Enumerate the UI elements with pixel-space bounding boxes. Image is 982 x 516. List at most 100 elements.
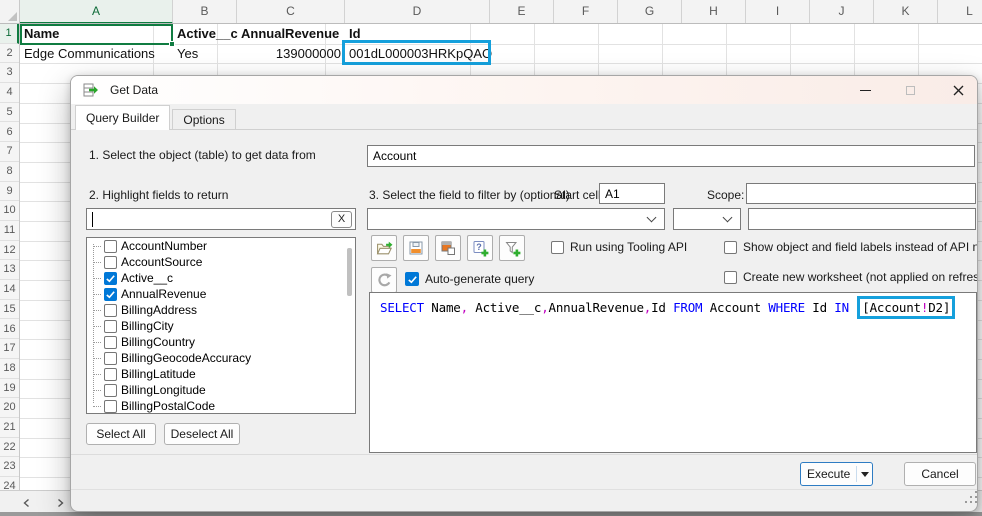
field-checkbox[interactable] (104, 400, 117, 413)
field-checkbox[interactable] (104, 352, 117, 365)
maximize-button[interactable] (893, 76, 927, 104)
row-header-17[interactable]: 17 (0, 339, 19, 359)
column-header-h[interactable]: H (682, 0, 746, 24)
field-search-input[interactable]: X (86, 208, 356, 230)
row-header-11[interactable]: 11 (0, 221, 19, 241)
select-all-corner[interactable] (0, 0, 20, 24)
field-item-billingcity[interactable]: BillingCity (87, 318, 355, 334)
row-header-3[interactable]: 3 (0, 63, 19, 83)
checkbox-icon[interactable] (405, 272, 419, 286)
fill-handle[interactable] (169, 41, 175, 47)
query-editor[interactable]: SELECT Name, Active__c,AnnualRevenue,Id … (369, 292, 977, 453)
resize-grip[interactable] (965, 501, 968, 504)
row-header-4[interactable]: 4 (0, 83, 19, 103)
field-item-annualrevenue[interactable]: AnnualRevenue (87, 286, 355, 302)
field-checkbox[interactable] (104, 256, 117, 269)
column-header-g[interactable]: G (618, 0, 682, 24)
field-checkbox[interactable] (104, 240, 117, 253)
checkbox-icon[interactable] (724, 241, 737, 254)
row-header-8[interactable]: 8 (0, 162, 19, 182)
field-item-accountsource[interactable]: AccountSource (87, 254, 355, 270)
field-item-billingcountry[interactable]: BillingCountry (87, 334, 355, 350)
column-header-f[interactable]: F (554, 0, 618, 24)
field-item-billinglatitude[interactable]: BillingLatitude (87, 366, 355, 382)
cell-c1[interactable]: AnnualRevenue (241, 24, 339, 44)
field-item-billingaddress[interactable]: BillingAddress (87, 302, 355, 318)
tab-options[interactable]: Options (172, 109, 235, 129)
column-header-e[interactable]: E (490, 0, 554, 24)
cancel-button[interactable]: Cancel (904, 462, 976, 486)
row-header-9[interactable]: 9 (0, 182, 19, 202)
open-file-button[interactable] (371, 235, 397, 261)
row-header-16[interactable]: 16 (0, 320, 19, 340)
save-button[interactable] (403, 235, 429, 261)
column-header-d[interactable]: D (345, 0, 490, 24)
field-item-active__c[interactable]: Active__c (87, 270, 355, 286)
start-cell-input[interactable] (599, 183, 665, 204)
column-header-i[interactable]: I (746, 0, 810, 24)
add-query-button[interactable]: ? (467, 235, 493, 261)
field-item-billingpostalcode[interactable]: BillingPostalCode (87, 398, 355, 414)
row-header-7[interactable]: 7 (0, 142, 19, 162)
checkbox-new-worksheet[interactable]: Create new worksheet (not applied on ref… (724, 270, 978, 284)
checkbox-icon[interactable] (724, 271, 737, 284)
field-item-billinggeocodeaccuracy[interactable]: BillingGeocodeAccuracy (87, 350, 355, 366)
row-header-23[interactable]: 23 (0, 457, 19, 477)
row-header-10[interactable]: 10 (0, 201, 19, 221)
checkbox-autogen[interactable]: Auto-generate query (405, 272, 534, 286)
column-header-c[interactable]: C (237, 0, 345, 24)
cell-b2[interactable]: Yes (177, 44, 198, 64)
add-filter-button[interactable] (499, 235, 525, 261)
sheet-prev-icon[interactable] (20, 496, 34, 510)
row-header-14[interactable]: 14 (0, 280, 19, 300)
checkbox-tooling[interactable]: Run using Tooling API (551, 240, 687, 254)
field-list[interactable]: AccountNumberAccountSourceActive__cAnnua… (86, 237, 356, 414)
minimize-button[interactable] (848, 76, 882, 104)
row-header-21[interactable]: 21 (0, 418, 19, 438)
field-checkbox[interactable] (104, 336, 117, 349)
row-header-6[interactable]: 6 (0, 123, 19, 143)
row-header-22[interactable]: 22 (0, 438, 19, 458)
row-header-18[interactable]: 18 (0, 359, 19, 379)
column-header-l[interactable]: L (938, 0, 982, 24)
row-header-5[interactable]: 5 (0, 103, 19, 123)
dialog-titlebar[interactable]: Get Data (71, 76, 977, 104)
field-checkbox[interactable] (104, 304, 117, 317)
cell-b1[interactable]: Active__c (177, 24, 238, 44)
row-header-2[interactable]: 2 (0, 44, 19, 64)
cell-c2[interactable]: 139000000 (239, 44, 341, 64)
execute-button[interactable]: Execute (800, 462, 873, 486)
field-checkbox[interactable] (104, 384, 117, 397)
filter-field-dropdown[interactable] (367, 208, 665, 230)
column-header-b[interactable]: B (173, 0, 237, 24)
object-input[interactable] (367, 145, 975, 167)
close-button[interactable] (941, 76, 975, 104)
field-checkbox[interactable] (104, 272, 117, 285)
column-header-a[interactable]: A (20, 0, 173, 24)
filter-value-input[interactable] (748, 208, 976, 230)
sheet-next-icon[interactable] (53, 496, 67, 510)
execute-label[interactable]: Execute (801, 463, 856, 485)
tab-query-builder[interactable]: Query Builder (75, 105, 170, 130)
row-header-15[interactable]: 15 (0, 300, 19, 320)
row-header-13[interactable]: 13 (0, 260, 19, 280)
row-header-1[interactable]: 1 (0, 24, 19, 44)
field-item-billinglongitude[interactable]: BillingLongitude (87, 382, 355, 398)
row-header-20[interactable]: 20 (0, 398, 19, 418)
cell-a2[interactable]: Edge Communications (24, 44, 155, 64)
row-header-12[interactable]: 12 (0, 241, 19, 261)
checkbox-icon[interactable] (551, 241, 564, 254)
deselect-all-button[interactable]: Deselect All (164, 423, 240, 445)
select-all-button[interactable]: Select All (86, 423, 156, 445)
row-header-19[interactable]: 19 (0, 379, 19, 399)
column-header-k[interactable]: K (874, 0, 938, 24)
column-header-j[interactable]: J (810, 0, 874, 24)
field-checkbox[interactable] (104, 368, 117, 381)
scope-input[interactable] (746, 183, 976, 204)
field-checkbox[interactable] (104, 288, 117, 301)
refresh-button[interactable] (371, 267, 397, 293)
execute-dropdown[interactable] (857, 463, 872, 485)
mapping-button[interactable] (435, 235, 461, 261)
filter-operator-dropdown[interactable] (673, 208, 741, 230)
field-item-accountnumber[interactable]: AccountNumber (87, 238, 355, 254)
